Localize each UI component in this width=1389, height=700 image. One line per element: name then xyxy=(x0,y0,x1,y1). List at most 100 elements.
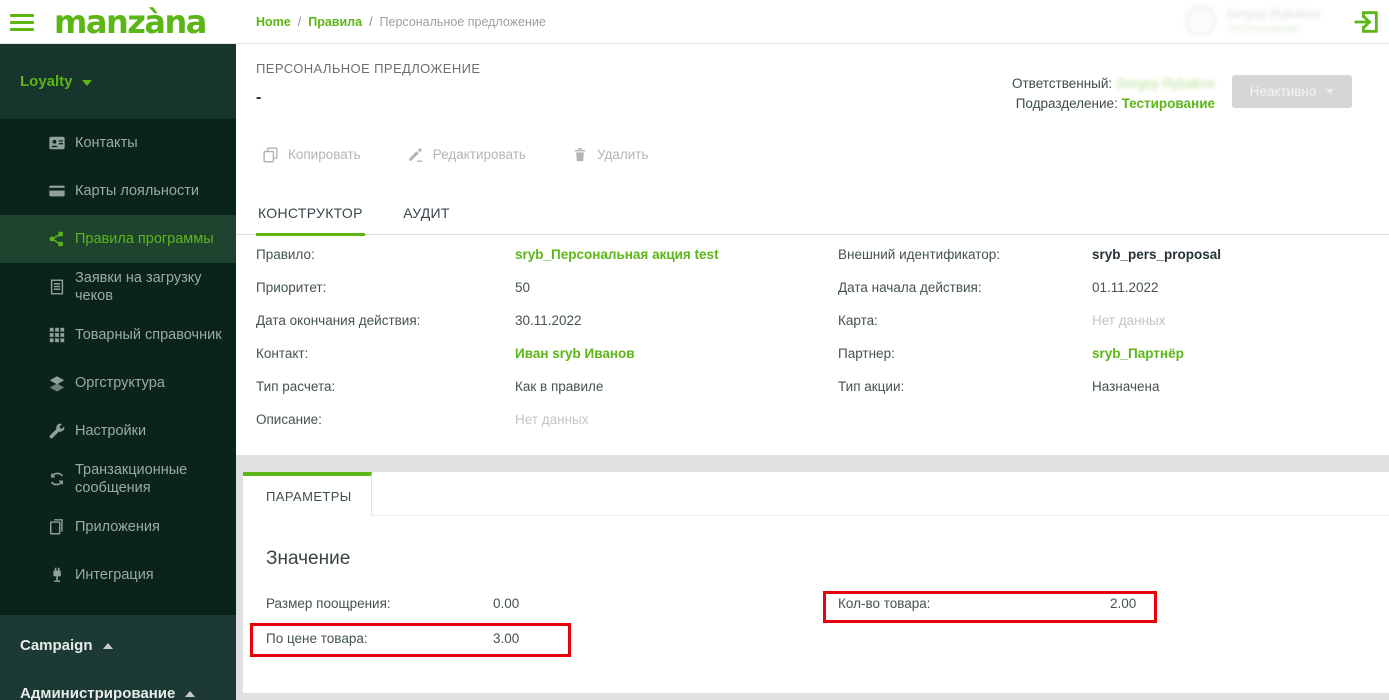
sidebar-section-administration[interactable]: Администрирование xyxy=(0,669,236,700)
sidebar-item-product-catalog[interactable]: Товарный справочник xyxy=(0,311,236,359)
breadcrumb-current: Персональное предложение xyxy=(379,15,546,29)
chevron-down-icon xyxy=(1326,89,1335,94)
sidebar-item-contacts[interactable]: Контакты xyxy=(0,119,236,167)
param-product-quantity: Кол-во товара: 2.00 xyxy=(838,596,1137,611)
hamburger-menu-icon[interactable] xyxy=(10,10,34,35)
topbar: manzàna Home / Правила / Персональное пр… xyxy=(0,0,1389,44)
field-end-date: Дата окончания действия: 30.11.2022 xyxy=(256,313,582,328)
trash-icon xyxy=(572,146,588,163)
value-heading: Значение xyxy=(266,548,351,569)
page: manzàna Home / Правила / Персональное пр… xyxy=(0,0,1389,700)
breadcrumb: Home / Правила / Персональное предложени… xyxy=(256,0,546,44)
contact-card-icon xyxy=(48,134,66,152)
partner-link[interactable]: sryb_Партнёр xyxy=(1092,344,1184,364)
chevron-up-icon xyxy=(102,642,113,649)
sidebar-item-settings[interactable]: Настройки xyxy=(0,407,236,455)
sidebar-item-label: Транзакционные сообщения xyxy=(75,461,188,496)
integration-icon xyxy=(48,566,66,584)
field-partner: Партнер: sryb_Партнёр xyxy=(838,344,1369,364)
field-card: Карта: Нет данных xyxy=(838,313,1166,328)
sidebar-item-integration[interactable]: Интеграция xyxy=(0,551,236,599)
section-campaign-label: Campaign xyxy=(20,636,93,654)
tab-audit[interactable]: АУДИТ xyxy=(401,194,452,233)
sidebar-section-campaign[interactable]: Campaign xyxy=(0,621,236,669)
user-info-blurred[interactable]: Sergey Rybakov Тестирование xyxy=(1184,5,1321,36)
sidebar-nav: Контакты Карты лояльности Правила програ… xyxy=(0,119,236,599)
edit-pencil-icon xyxy=(407,146,424,163)
sidebar-item-label: Правила программы xyxy=(75,230,214,247)
edit-label: Редактировать xyxy=(432,147,526,162)
brand-logo[interactable]: manzàna xyxy=(54,2,207,42)
fields-right-column: Внешний идентификатор: sryb_pers_proposa… xyxy=(838,245,1369,410)
page-title: ПЕРСОНАЛЬНОЕ ПРЕДЛОЖЕНИЕ xyxy=(256,61,481,76)
field-description: Описание: Нет данных xyxy=(256,412,589,427)
rule-link[interactable]: sryb_Персональная акция test xyxy=(515,245,719,265)
sidebar-item-receipt-requests[interactable]: Заявки на загрузку чеков xyxy=(0,263,236,311)
sidebar-item-label: Карты лояльности xyxy=(75,182,199,199)
logout-icon xyxy=(1353,8,1381,36)
breadcrumb-separator: / xyxy=(297,15,302,29)
field-contact: Контакт: Иван sryb Иванов xyxy=(256,344,838,364)
sidebar-collapsed-sections: Campaign Администрирование xyxy=(0,615,236,700)
field-external-id: Внешний идентификатор: sryb_pers_proposa… xyxy=(838,247,1222,262)
department-value: Тестирование xyxy=(1121,96,1215,111)
sidebar-item-label: Товарный справочник xyxy=(75,326,222,343)
pages-icon xyxy=(48,518,66,536)
sidebar-item-applications[interactable]: Приложения xyxy=(0,503,236,551)
sync-icon xyxy=(48,470,66,488)
receipt-icon xyxy=(48,278,66,296)
delete-button[interactable]: Удалить xyxy=(572,146,649,163)
sidebar-item-program-rules[interactable]: Правила программы xyxy=(0,215,236,263)
copy-button[interactable]: Копировать xyxy=(262,146,361,163)
sidebar-item-org-structure[interactable]: Оргструктура xyxy=(0,359,236,407)
tab-parameters[interactable]: ПАРАМЕТРЫ xyxy=(243,472,372,516)
section-administration-label: Администрирование xyxy=(20,684,176,700)
status-dropdown-button[interactable]: Неактивно xyxy=(1232,75,1352,108)
parameters-content: Значение Размер поощрения: 0.00 По цене … xyxy=(243,516,1389,656)
status-label: Неактивно xyxy=(1249,84,1317,99)
fields-left-column: Правило: sryb_Персональная акция test Пр… xyxy=(256,245,838,443)
breadcrumb-rules-link[interactable]: Правила xyxy=(308,15,362,29)
sidebar-item-loyalty-cards[interactable]: Карты лояльности xyxy=(0,167,236,215)
sidebar-item-transactional-messages[interactable]: Транзакционные сообщения xyxy=(0,455,236,503)
contact-link[interactable]: Иван sryb Иванов xyxy=(515,344,635,364)
action-toolbar: Копировать Редактировать Удалить xyxy=(262,146,649,163)
params-left-column: Размер поощрения: 0.00 По цене товара: 3… xyxy=(266,586,838,656)
tab-row-filler xyxy=(372,472,1389,516)
copy-label: Копировать xyxy=(288,147,361,162)
user-name: Sergey Rybakov xyxy=(1225,5,1321,21)
field-priority: Приоритет: 50 xyxy=(256,280,531,295)
field-rule: Правило: sryb_Персональная акция test xyxy=(256,245,838,265)
sidebar-item-label: Интеграция xyxy=(75,566,154,583)
share-network-icon xyxy=(48,230,66,248)
sidebar: Loyalty Контакты Карты лояльности Правил… xyxy=(0,44,236,700)
field-promo-type: Тип акции: Назначена xyxy=(838,379,1160,394)
department-label: Подразделение: xyxy=(1015,96,1118,111)
params-right-column: Кол-во товара: 2.00 xyxy=(838,586,1389,656)
parameters-section: ПАРАМЕТРЫ Значение Размер поощрения: 0.0… xyxy=(236,455,1389,700)
chevron-down-icon xyxy=(81,79,92,86)
responsible-value-blurred: Sergey Rybakov xyxy=(1115,76,1215,91)
breadcrumb-home-link[interactable]: Home xyxy=(256,15,291,29)
responsible-label: Ответственный: xyxy=(1012,76,1113,91)
sidebar-item-label: Настройки xyxy=(75,422,147,439)
detail-tabs: КОНСТРУКТОР АУДИТ xyxy=(236,194,1389,236)
loyalty-card-icon xyxy=(48,182,66,200)
logout-button[interactable] xyxy=(1353,8,1381,36)
delete-label: Удалить xyxy=(596,147,649,162)
parameters-grid: Размер поощрения: 0.00 По цене товара: 3… xyxy=(266,586,1389,656)
sidebar-item-label: Заявки на загрузку чеков xyxy=(75,269,202,304)
tab-constructor[interactable]: КОНСТРУКТОР xyxy=(256,194,365,236)
parameters-tab-row: ПАРАМЕТРЫ xyxy=(243,472,1389,516)
param-reward-size: Размер поощрения: 0.00 xyxy=(266,596,520,611)
chevron-up-icon xyxy=(185,690,196,697)
page-subtitle: - xyxy=(256,89,262,106)
sidebar-section-loyalty[interactable]: Loyalty xyxy=(0,44,236,119)
user-department: Тестирование xyxy=(1225,22,1301,35)
logo-zone: manzàna xyxy=(0,0,236,44)
sidebar-item-label: Оргструктура xyxy=(75,374,165,391)
sidebar-item-label: Контакты xyxy=(75,134,138,151)
edit-button[interactable]: Редактировать xyxy=(407,146,526,163)
main-content: ПЕРСОНАЛЬНОЕ ПРЕДЛОЖЕНИЕ - Ответственный… xyxy=(236,44,1389,700)
field-start-date: Дата начала действия: 01.11.2022 xyxy=(838,280,1159,295)
